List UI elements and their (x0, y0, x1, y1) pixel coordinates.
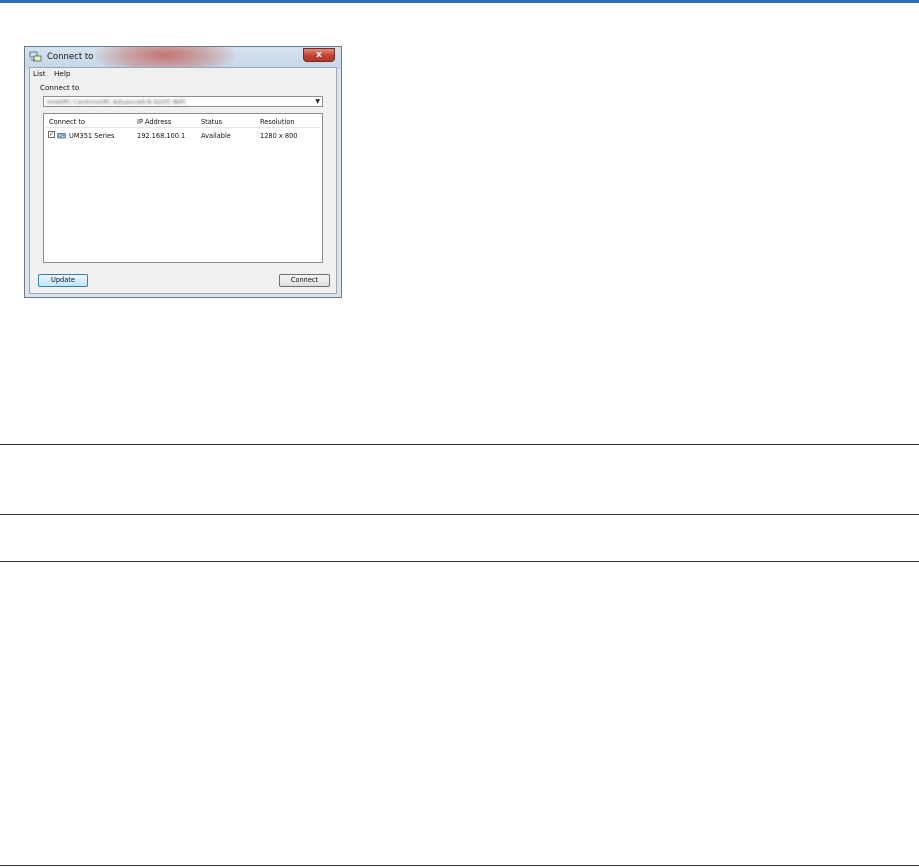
divider-line-2 (0, 514, 919, 515)
column-header-ip-address[interactable]: IP Address (137, 118, 171, 126)
device-ip: 192.168.100.1 (137, 132, 186, 140)
update-button[interactable]: Update (38, 274, 88, 287)
connect-button[interactable]: Connect (279, 274, 330, 287)
device-resolution: 1280 x 800 (260, 132, 298, 140)
close-icon: x (316, 50, 322, 60)
menu-bar: List Help (30, 68, 336, 79)
network-app-icon (29, 51, 42, 62)
connect-to-label: Connect to (40, 83, 80, 92)
projector-icon (57, 133, 66, 139)
window-title: Connect to (47, 52, 94, 62)
window-titlebar[interactable]: Connect to x (25, 47, 341, 69)
close-button[interactable]: x (303, 48, 335, 62)
divider-line-1 (0, 444, 919, 445)
device-name: UM351 Series (69, 132, 115, 140)
divider-line-4 (0, 865, 919, 866)
column-header-status[interactable]: Status (201, 118, 222, 126)
device-checkbox[interactable]: ✓ (48, 131, 55, 138)
menu-list[interactable]: List (33, 69, 46, 78)
adapter-dropdown-value: Intel(R) Centrino(R) Advanced-N 6205 WiF… (47, 98, 186, 106)
menu-help[interactable]: Help (54, 69, 70, 78)
column-header-connect-to[interactable]: Connect to (49, 118, 85, 126)
device-status: Available (201, 132, 231, 140)
divider-line-3 (0, 561, 919, 562)
adapter-dropdown[interactable]: Intel(R) Centrino(R) Advanced-N 6205 WiF… (43, 96, 323, 107)
top-accent-rule (0, 0, 919, 3)
device-list[interactable]: Connect to IP Address Status Resolution … (43, 113, 323, 263)
chevron-down-icon[interactable]: ▼ (315, 97, 320, 107)
window-client-area: List Help Connect to Intel(R) Centrino(R… (29, 67, 337, 294)
header-divider (46, 127, 320, 128)
column-header-resolution[interactable]: Resolution (260, 118, 294, 126)
connect-to-window: Connect to x List Help Connect to Intel(… (24, 46, 342, 298)
